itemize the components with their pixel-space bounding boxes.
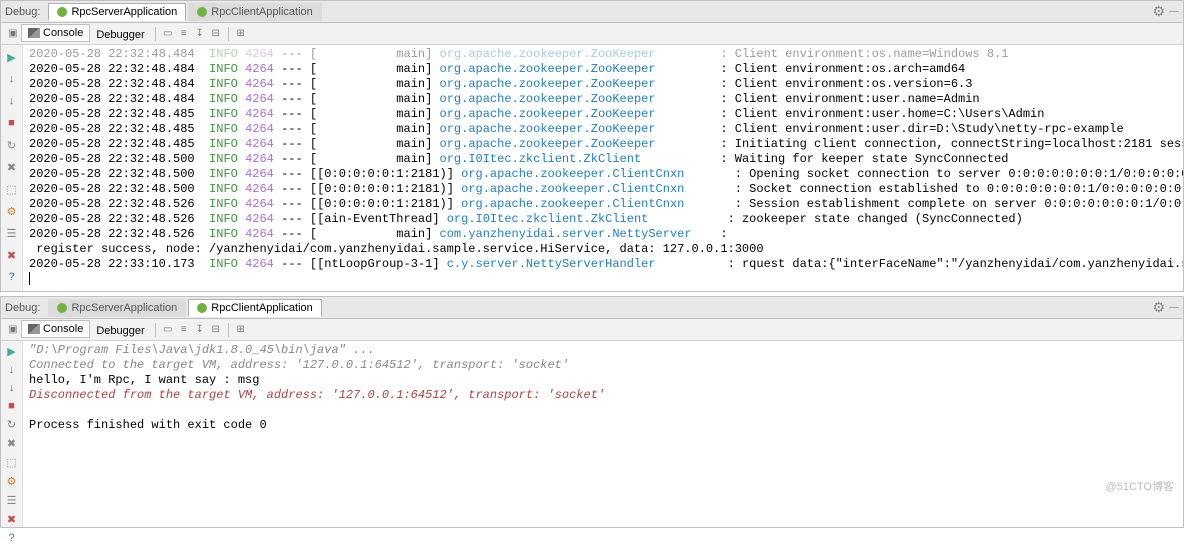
gutter-icon[interactable]: ↓ — [4, 93, 20, 109]
toolbar-icon[interactable]: ↧ — [193, 27, 207, 41]
sub-tab-console[interactable]: Console — [21, 24, 90, 42]
toolbar-icon[interactable]: ↧ — [193, 323, 207, 337]
spring-icon — [197, 7, 207, 17]
log-line: 2020-05-28 22:32:48.484 INFO 4264 --- [ … — [29, 77, 1177, 92]
hide-button[interactable]: — — [1169, 6, 1179, 17]
debug-panel-client: Debug: RpcServerApplication RpcClientAppl… — [0, 296, 1184, 528]
panel-header: Debug: RpcServerApplication RpcClientAppl… — [1, 1, 1183, 23]
toolbar-icon[interactable]: ▭ — [161, 323, 175, 337]
sub-tab-console[interactable]: Console — [21, 320, 90, 338]
gutter-icon[interactable]: ☰ — [4, 225, 20, 241]
log-line — [29, 403, 1177, 418]
run-tab[interactable]: RpcClientApplication — [188, 299, 322, 317]
log-line: Process finished with exit code 0 — [29, 418, 1177, 433]
gutter-icon[interactable]: ⬚ — [4, 181, 20, 197]
log-line: 2020-05-28 22:32:48.500 INFO 4264 --- [[… — [29, 182, 1177, 197]
console-output[interactable]: 2020-05-28 22:32:48.484 INFO 4264 --- [ … — [23, 45, 1183, 291]
hide-button[interactable]: — — [1169, 302, 1179, 313]
tab-label: RpcServerApplication — [71, 6, 177, 18]
toolbar-icon[interactable]: ≡ — [177, 27, 191, 41]
toolbar-icon[interactable]: ⊞ — [234, 27, 248, 41]
log-line: 2020-05-28 22:32:48.500 INFO 4264 --- [ … — [29, 152, 1177, 167]
log-line: 2020-05-28 22:32:48.526 INFO 4264 --- [[… — [29, 197, 1177, 212]
gutter-icon[interactable]: ✖ — [4, 437, 20, 450]
spring-icon — [197, 303, 207, 313]
spring-icon — [57, 7, 67, 17]
run-tab[interactable]: RpcServerApplication — [48, 299, 186, 317]
gutter-icon[interactable]: ↓ — [4, 382, 20, 394]
gutter-icon[interactable]: ⬚ — [4, 456, 20, 469]
log-line: 2020-05-28 22:32:48.484 INFO 4264 --- [ … — [29, 62, 1177, 77]
sub-header: ▣ ConsoleDebugger ▭ ≡ ↧ ⊟ ⊞ — [1, 23, 1183, 45]
log-line: 2020-05-28 22:32:48.526 INFO 4264 --- [[… — [29, 212, 1177, 227]
toolbar-icon[interactable]: ⊟ — [209, 27, 223, 41]
console-icon — [28, 324, 40, 334]
sub-tab-debugger[interactable]: Debugger — [90, 322, 150, 340]
panel-label: Debug: — [5, 302, 40, 314]
gutter: ▶ ↓ ↓ ■ ↻ ✖ ⬚ ⚙ ☰ ✖? — [1, 45, 23, 291]
tab-label: RpcClientApplication — [211, 302, 313, 314]
log-line: 2020-05-28 22:32:48.484 INFO 4264 --- [ … — [29, 47, 1177, 62]
gutter-icon[interactable]: ↓ — [4, 71, 20, 87]
log-line: register success, node: /yanzhenyidai/co… — [29, 242, 1177, 257]
log-line: Disconnected from the target VM, address… — [29, 388, 1177, 403]
sub-tab-debugger[interactable]: Debugger — [90, 26, 150, 44]
gutter-icon[interactable]: ? — [4, 532, 20, 544]
panel-header: Debug: RpcServerApplication RpcClientAppl… — [1, 297, 1183, 319]
watermark: @51CTO博客 — [1106, 478, 1174, 494]
console-icon — [28, 28, 40, 38]
gutter-icon[interactable]: ☰ — [4, 494, 20, 507]
log-line: 2020-05-28 22:33:10.173 INFO 4264 --- [[… — [29, 257, 1177, 272]
gutter-icon[interactable]: ✖ — [4, 247, 20, 263]
sub-header: ▣ ConsoleDebugger ▭ ≡ ↧ ⊟ ⊞ — [1, 319, 1183, 341]
gutter: ▶↓↓■↻✖⬚⚙☰✖? — [1, 341, 23, 527]
gutter-icon[interactable]: ? — [4, 269, 20, 285]
debug-panel-server: Debug: RpcServerApplication RpcClientAppl… — [0, 0, 1184, 292]
log-line: "D:\Program Files\Java\jdk1.8.0_45\bin\j… — [29, 343, 1177, 358]
spring-icon — [57, 303, 67, 313]
gutter-icon[interactable]: ▶ — [4, 49, 20, 65]
gear-icon[interactable]: ⚙ — [1152, 299, 1165, 316]
gutter-icon[interactable]: ↻ — [4, 137, 20, 153]
panel-label: Debug: — [5, 6, 40, 18]
log-line: 2020-05-28 22:32:48.526 INFO 4264 --- [ … — [29, 227, 1177, 242]
run-tab[interactable]: RpcClientApplication — [188, 3, 322, 21]
gutter-icon[interactable]: ✖ — [4, 159, 20, 175]
tab-label: RpcClientApplication — [211, 6, 313, 18]
log-line: hello, I'm Rpc, I want say : msg — [29, 373, 1177, 388]
restore-layout-icon[interactable]: ▣ — [6, 323, 20, 337]
toolbar-icon[interactable]: ⊟ — [209, 323, 223, 337]
restore-layout-icon[interactable]: ▣ — [6, 27, 20, 41]
log-line: 2020-05-28 22:32:48.500 INFO 4264 --- [[… — [29, 167, 1177, 182]
gutter-icon[interactable]: ■ — [4, 400, 20, 412]
gutter-icon[interactable]: ■ — [4, 115, 20, 131]
gutter-icon[interactable]: ↓ — [4, 364, 20, 376]
run-tab[interactable]: RpcServerApplication — [48, 3, 186, 21]
log-line: Connected to the target VM, address: '12… — [29, 358, 1177, 373]
gutter-icon[interactable]: ✖ — [4, 513, 20, 526]
console-output[interactable]: "D:\Program Files\Java\jdk1.8.0_45\bin\j… — [23, 341, 1183, 527]
log-line: 2020-05-28 22:32:48.485 INFO 4264 --- [ … — [29, 137, 1177, 152]
tab-label: RpcServerApplication — [71, 302, 177, 314]
log-line: 2020-05-28 22:32:48.485 INFO 4264 --- [ … — [29, 122, 1177, 137]
toolbar-icon[interactable]: ▭ — [161, 27, 175, 41]
log-line: 2020-05-28 22:32:48.485 INFO 4264 --- [ … — [29, 107, 1177, 122]
gear-icon[interactable]: ⚙ — [1152, 3, 1165, 20]
toolbar-icon[interactable]: ⊞ — [234, 323, 248, 337]
toolbar-icon[interactable]: ≡ — [177, 323, 191, 337]
gutter-icon[interactable]: ↻ — [4, 418, 20, 431]
gutter-icon[interactable]: ⚙ — [4, 203, 20, 219]
gutter-icon[interactable]: ⚙ — [4, 475, 20, 488]
log-line: 2020-05-28 22:32:48.484 INFO 4264 --- [ … — [29, 92, 1177, 107]
gutter-icon[interactable]: ▶ — [4, 345, 20, 358]
